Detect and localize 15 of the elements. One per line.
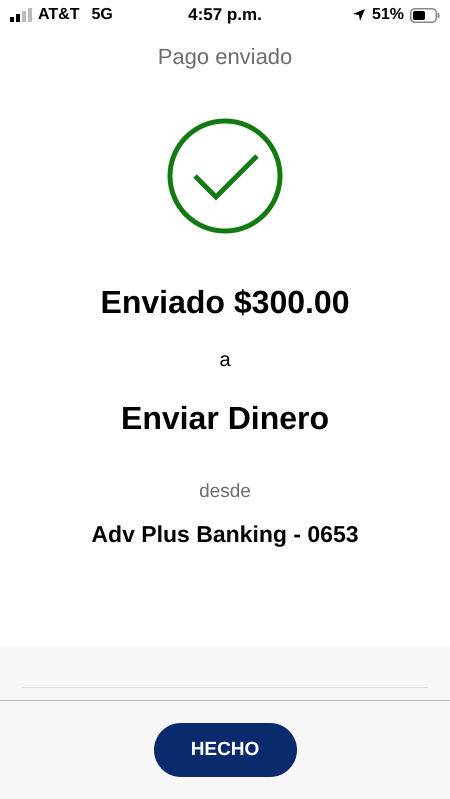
done-button[interactable]: HECHO	[154, 723, 296, 777]
network-type: 5G	[91, 6, 113, 24]
status-time: 4:57 p.m.	[188, 5, 262, 25]
checkmark-circle-icon	[167, 118, 283, 234]
battery-icon	[410, 8, 440, 22]
from-label: desde	[199, 481, 251, 503]
amount-sent: Enviado $300.00	[100, 284, 350, 321]
carrier-name: AT&T	[38, 6, 80, 24]
source-account: Adv Plus Banking - 0653	[91, 521, 359, 548]
recipient-name: Enviar Dinero	[120, 400, 330, 437]
battery-percentage: 51%	[372, 6, 404, 24]
signal-icon	[10, 8, 32, 22]
location-arrow-icon	[352, 8, 366, 22]
to-label: a	[219, 349, 231, 372]
screen-title: Pago enviado	[156, 44, 294, 70]
